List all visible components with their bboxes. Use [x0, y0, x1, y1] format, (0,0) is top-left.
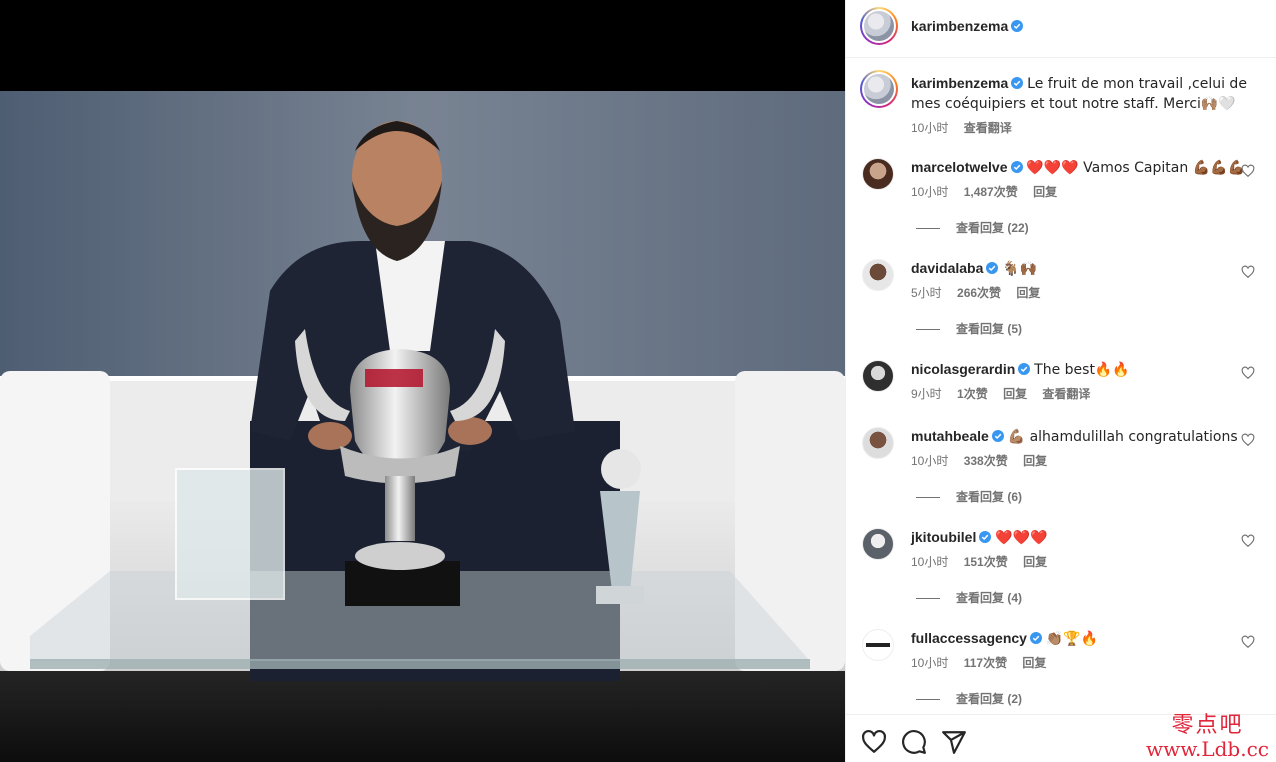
comment-body: 💪🏽 alhamdulillah congratulations — [1007, 429, 1238, 445]
replies-line — [916, 329, 940, 331]
verified-icon — [1010, 161, 1023, 173]
comment-meta: 10小时 117次赞 回复 — [911, 654, 1058, 671]
post-header: karimbenzema — [846, 0, 1276, 58]
comment-time[interactable]: 10小时 — [911, 555, 948, 569]
comment-meta: 10小时 1,487次赞 回复 — [911, 183, 1069, 200]
caption-time[interactable]: 10小时 — [911, 121, 948, 135]
replies-line — [916, 699, 940, 701]
comment-text: fullaccessagency 👏🏽🏆🔥 — [911, 629, 1261, 649]
like-comment-heart-icon[interactable] — [1241, 164, 1255, 178]
comment-likes[interactable]: 1,487次赞 — [964, 185, 1018, 199]
instagram-post-view: karimbenzema karimbenzema Le fruit de mo… — [0, 0, 1276, 762]
reply-button[interactable]: 回复 — [1023, 454, 1047, 468]
post-side-panel: karimbenzema karimbenzema Le fruit de mo… — [845, 0, 1276, 762]
commenter-avatar[interactable] — [862, 259, 894, 291]
verified-icon — [991, 430, 1004, 442]
comment-text: marcelotwelve ❤️❤️❤️ Vamos Capitan 💪🏾💪🏾💪… — [911, 158, 1261, 178]
reply-button[interactable]: 回复 — [1033, 185, 1057, 199]
comment-username[interactable]: marcelotwelve — [911, 159, 1008, 175]
comment-username[interactable]: jkitoubilel — [911, 529, 976, 545]
comment-body: ❤️❤️❤️ Vamos Capitan 💪🏾💪🏾💪🏾 — [1026, 160, 1245, 176]
commenter-avatar[interactable] — [862, 360, 894, 392]
comment-meta: 10小时 151次赞 回复 — [911, 553, 1059, 570]
comment-likes[interactable]: 151次赞 — [964, 555, 1008, 569]
comment-text: mutahbeale 💪🏽 alhamdulillah congratulati… — [911, 427, 1261, 447]
caption-meta: 10小时 查看翻译 — [911, 119, 1024, 136]
author-avatar[interactable] — [860, 7, 898, 45]
post-photo — [0, 91, 845, 762]
view-replies-button[interactable]: 查看回复 (6) — [916, 488, 1022, 505]
like-heart-icon[interactable] — [861, 729, 887, 755]
comment-body: 🐐🙌🏾 — [1002, 261, 1038, 277]
comment-bubble-icon[interactable] — [901, 729, 927, 755]
commenter-avatar[interactable] — [862, 528, 894, 560]
caption-text: karimbenzema Le fruit de mon travail ,ce… — [911, 74, 1261, 114]
comment-time[interactable]: 9小时 — [911, 387, 942, 401]
like-comment-heart-icon[interactable] — [1241, 433, 1255, 447]
comment-time[interactable]: 10小时 — [911, 185, 948, 199]
comment-username[interactable]: mutahbeale — [911, 428, 989, 444]
replies-line — [916, 497, 940, 499]
see-translation-button[interactable]: 查看翻译 — [1042, 387, 1090, 401]
like-comment-heart-icon[interactable] — [1241, 534, 1255, 548]
verified-icon — [1011, 77, 1024, 89]
comment-time[interactable]: 10小时 — [911, 656, 948, 670]
view-replies-button[interactable]: 查看回复 (2) — [916, 690, 1022, 707]
watermark-url: www.Ldb.cc — [1146, 737, 1269, 761]
like-comment-heart-icon[interactable] — [1241, 265, 1255, 279]
reply-button[interactable]: 回复 — [1023, 555, 1047, 569]
commenter-avatar[interactable] — [862, 629, 894, 661]
verified-icon — [1018, 363, 1031, 375]
reply-button[interactable]: 回复 — [1016, 286, 1040, 300]
comment-text: nicolasgerardin The best🔥🔥 — [911, 360, 1261, 380]
see-translation-button[interactable]: 查看翻译 — [964, 121, 1012, 135]
post-media[interactable] — [0, 0, 845, 762]
comment-username[interactable]: davidalaba — [911, 260, 983, 276]
watermark-chinese: 零点吧 — [1171, 713, 1244, 738]
commenter-avatar[interactable] — [862, 158, 894, 190]
share-paper-plane-icon[interactable] — [941, 729, 967, 755]
comment-text: jkitoubilel ❤️❤️❤️ — [911, 528, 1261, 548]
comment-likes[interactable]: 266次赞 — [957, 286, 1001, 300]
comment-time[interactable]: 10小时 — [911, 454, 948, 468]
comment-likes[interactable]: 1次赞 — [957, 387, 988, 401]
reply-button[interactable]: 回复 — [1022, 656, 1046, 670]
site-watermark: 零点吧 www.Ldb.cc — [1146, 713, 1269, 761]
like-comment-heart-icon[interactable] — [1241, 366, 1255, 380]
caption-username[interactable]: karimbenzema — [911, 75, 1008, 91]
comment-text: davidalaba 🐐🙌🏾 — [911, 259, 1261, 279]
comment-likes[interactable]: 117次赞 — [964, 656, 1007, 670]
comment-body: The best🔥🔥 — [1034, 362, 1130, 378]
comment-meta: 10小时 338次赞 回复 — [911, 452, 1059, 469]
verified-icon — [1029, 632, 1042, 644]
verified-icon — [979, 531, 992, 543]
verified-icon — [986, 262, 999, 274]
comment-username[interactable]: nicolasgerardin — [911, 361, 1015, 377]
commenter-avatar[interactable] — [862, 427, 894, 459]
reply-button[interactable]: 回复 — [1003, 387, 1027, 401]
comments-list[interactable]: karimbenzema Le fruit de mon travail ,ce… — [846, 58, 1276, 714]
view-replies-button[interactable]: 查看回复 (22) — [916, 219, 1029, 236]
verified-icon — [1011, 20, 1024, 32]
like-comment-heart-icon[interactable] — [1241, 635, 1255, 649]
comment-meta: 5小时 266次赞 回复 — [911, 284, 1052, 301]
post-action-bar: 零点吧 www.Ldb.cc — [846, 714, 1276, 762]
comment-likes[interactable]: 338次赞 — [964, 454, 1008, 468]
comment-meta: 9小时 1次赞 回复 查看翻译 — [911, 385, 1102, 402]
caption-avatar[interactable] — [860, 70, 898, 108]
replies-line — [916, 228, 940, 230]
comment-body: 👏🏽🏆🔥 — [1045, 631, 1099, 647]
comment-body: ❤️❤️❤️ — [995, 530, 1048, 546]
author-username[interactable]: karimbenzema — [911, 18, 1008, 34]
comment-username[interactable]: fullaccessagency — [911, 630, 1027, 646]
agency-logo — [866, 643, 890, 647]
view-replies-button[interactable]: 查看回复 (5) — [916, 320, 1022, 337]
comment-time[interactable]: 5小时 — [911, 286, 942, 300]
view-replies-button[interactable]: 查看回复 (4) — [916, 589, 1022, 606]
replies-line — [916, 598, 940, 600]
